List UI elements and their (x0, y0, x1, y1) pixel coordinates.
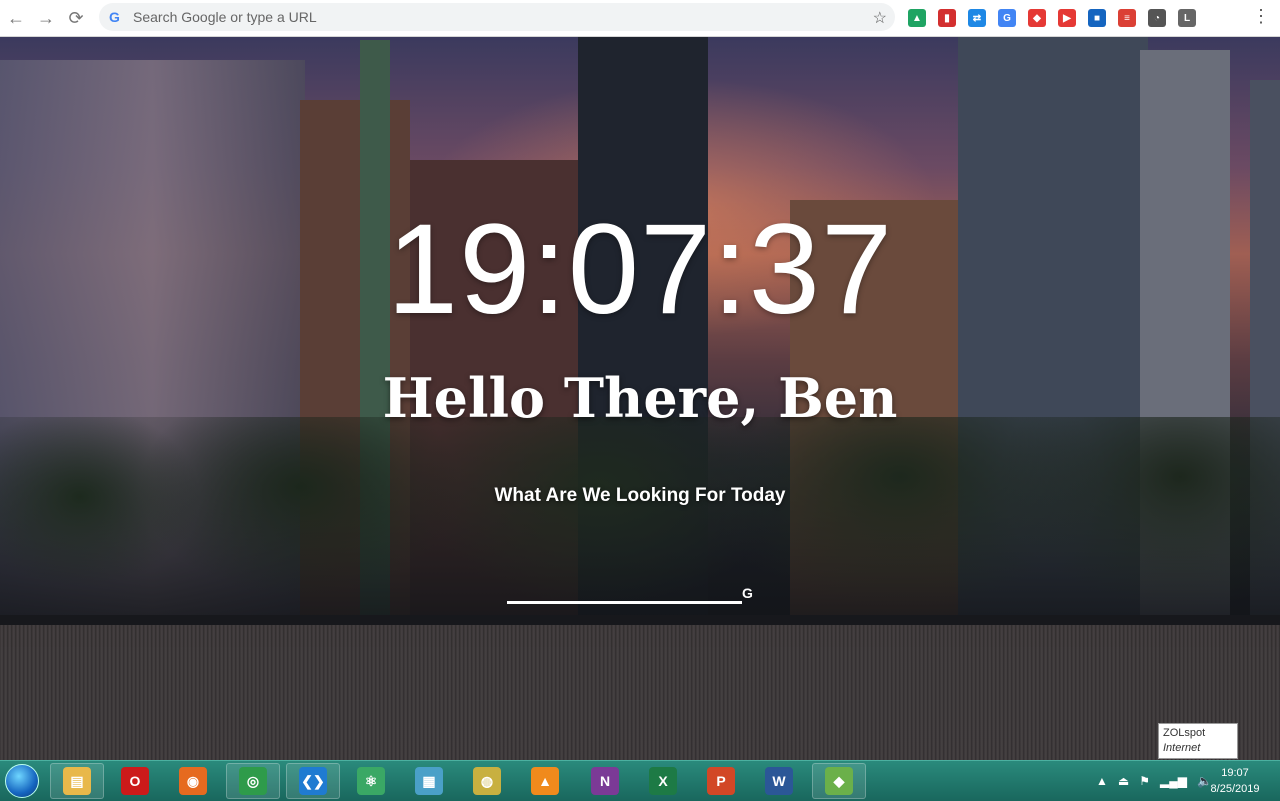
omnibox-input[interactable] (131, 8, 855, 26)
reload-icon: ⟳ (68, 7, 84, 28)
taskbar-app-opera[interactable]: O (108, 763, 162, 799)
back-arrow-icon: ← (7, 7, 25, 28)
tree-line (0, 417, 1280, 647)
network-signal-icon[interactable]: ▂▄▆ (1160, 774, 1187, 788)
tooltip-title: ZOLspot (1163, 727, 1206, 739)
search-input[interactable] (507, 575, 746, 603)
square-blue-icon[interactable]: ■ (1088, 9, 1106, 27)
firefox-icon: ◉ (179, 767, 207, 795)
onenote-icon: N (591, 767, 619, 795)
taskbar-app-maps-app[interactable]: ◆ (812, 763, 866, 799)
word-icon: W (765, 767, 793, 795)
translate-icon[interactable]: G (998, 9, 1016, 27)
taskbar-app-onenote[interactable]: N (578, 763, 632, 799)
maps-app-icon: ◆ (825, 767, 853, 795)
powerpoint-icon: P (707, 767, 735, 795)
vlc-icon: ▲ (531, 767, 559, 795)
todoist-icon[interactable]: ≡ (1118, 9, 1136, 27)
back-button[interactable]: ← (2, 4, 30, 32)
google-drive-icon[interactable]: ▲ (908, 9, 926, 27)
tray-date: 8/25/2019 (1210, 783, 1260, 795)
maze-app-icon: ▦ (415, 767, 443, 795)
taskbar: ▤ O ◉ ◎ ❮❯ ⚛ ▦ ◍ ▲ N X P W ◆ ▲ ⏏ ⚑ ▂▄▆ 🔈 19:07 8/25/2… (0, 760, 1280, 801)
chrome-menu-icon[interactable]: ⋮ (1252, 6, 1270, 27)
show-hidden-icons-icon[interactable]: ▲ (1096, 774, 1108, 788)
dvd-icon: ◍ (473, 767, 501, 795)
action-center-flag-icon[interactable]: ⚑ (1139, 774, 1150, 788)
shield-icon[interactable]: ◆ (1028, 9, 1046, 27)
forward-arrow-icon: → (37, 7, 55, 28)
pdf-icon[interactable]: ▶ (1058, 9, 1076, 27)
taskbar-app-vscode[interactable]: ❮❯ (286, 763, 340, 799)
opera-icon: O (121, 767, 149, 795)
usb-icon[interactable]: ⏏ (1118, 774, 1129, 788)
speedometer-icon[interactable]: ◔ (1148, 9, 1166, 27)
memorial-waterfall (0, 625, 1280, 760)
taskbar-app-excel[interactable]: X (636, 763, 690, 799)
taskbar-app-word[interactable]: W (752, 763, 806, 799)
reload-button[interactable]: ⟳ (62, 4, 90, 32)
network-tooltip: ZOLspot Internet access (1158, 723, 1238, 769)
google-g-icon: G (109, 9, 120, 25)
forward-button[interactable]: → (32, 4, 60, 32)
bookmark-star-icon[interactable]: ☆ (873, 8, 887, 28)
taskbar-app-maze-app[interactable]: ▦ (402, 763, 456, 799)
search-prompt: What Are We Looking For Today (494, 485, 786, 506)
taskbar-app-file-explorer[interactable]: ▤ (50, 763, 104, 799)
search-underline (507, 601, 742, 604)
greeting-heading: Hello There, Ben (382, 366, 898, 430)
letter-l-icon[interactable]: L (1178, 9, 1196, 27)
tray-clock[interactable]: 19:07 8/25/2019 (1200, 765, 1270, 797)
taskbar-app-atom[interactable]: ⚛ (344, 763, 398, 799)
taskbar-app-dvd[interactable]: ◍ (460, 763, 514, 799)
windows-logo-icon (5, 764, 39, 798)
excel-icon: X (649, 767, 677, 795)
tray-time: 19:07 (1221, 767, 1249, 779)
bookmark-red-icon[interactable]: ▮ (938, 9, 956, 27)
file-explorer-icon: ▤ (63, 767, 91, 795)
sync-icon[interactable]: ⇄ (968, 9, 986, 27)
start-button[interactable] (2, 763, 42, 799)
google-search-icon[interactable]: G (742, 585, 753, 601)
clock-display: 19:07:37 (386, 198, 894, 341)
atom-icon: ⚛ (357, 767, 385, 795)
taskbar-app-firefox[interactable]: ◉ (166, 763, 220, 799)
omnibox[interactable]: G ☆ (99, 3, 895, 31)
chrome-icon: ◎ (239, 767, 267, 795)
taskbar-app-vlc[interactable]: ▲ (518, 763, 572, 799)
vscode-icon: ❮❯ (299, 767, 327, 795)
taskbar-app-powerpoint[interactable]: P (694, 763, 748, 799)
extensions-bar: ▲ ▮ ⇄ G ◆ ▶ ■ ≡ ◔ L (908, 6, 1208, 30)
browser-toolbar: ← → ⟳ G ☆ ▲ ▮ ⇄ G ◆ ▶ ■ ≡ ◔ L ⋮ (0, 0, 1280, 37)
taskbar-app-chrome[interactable]: ◎ (226, 763, 280, 799)
